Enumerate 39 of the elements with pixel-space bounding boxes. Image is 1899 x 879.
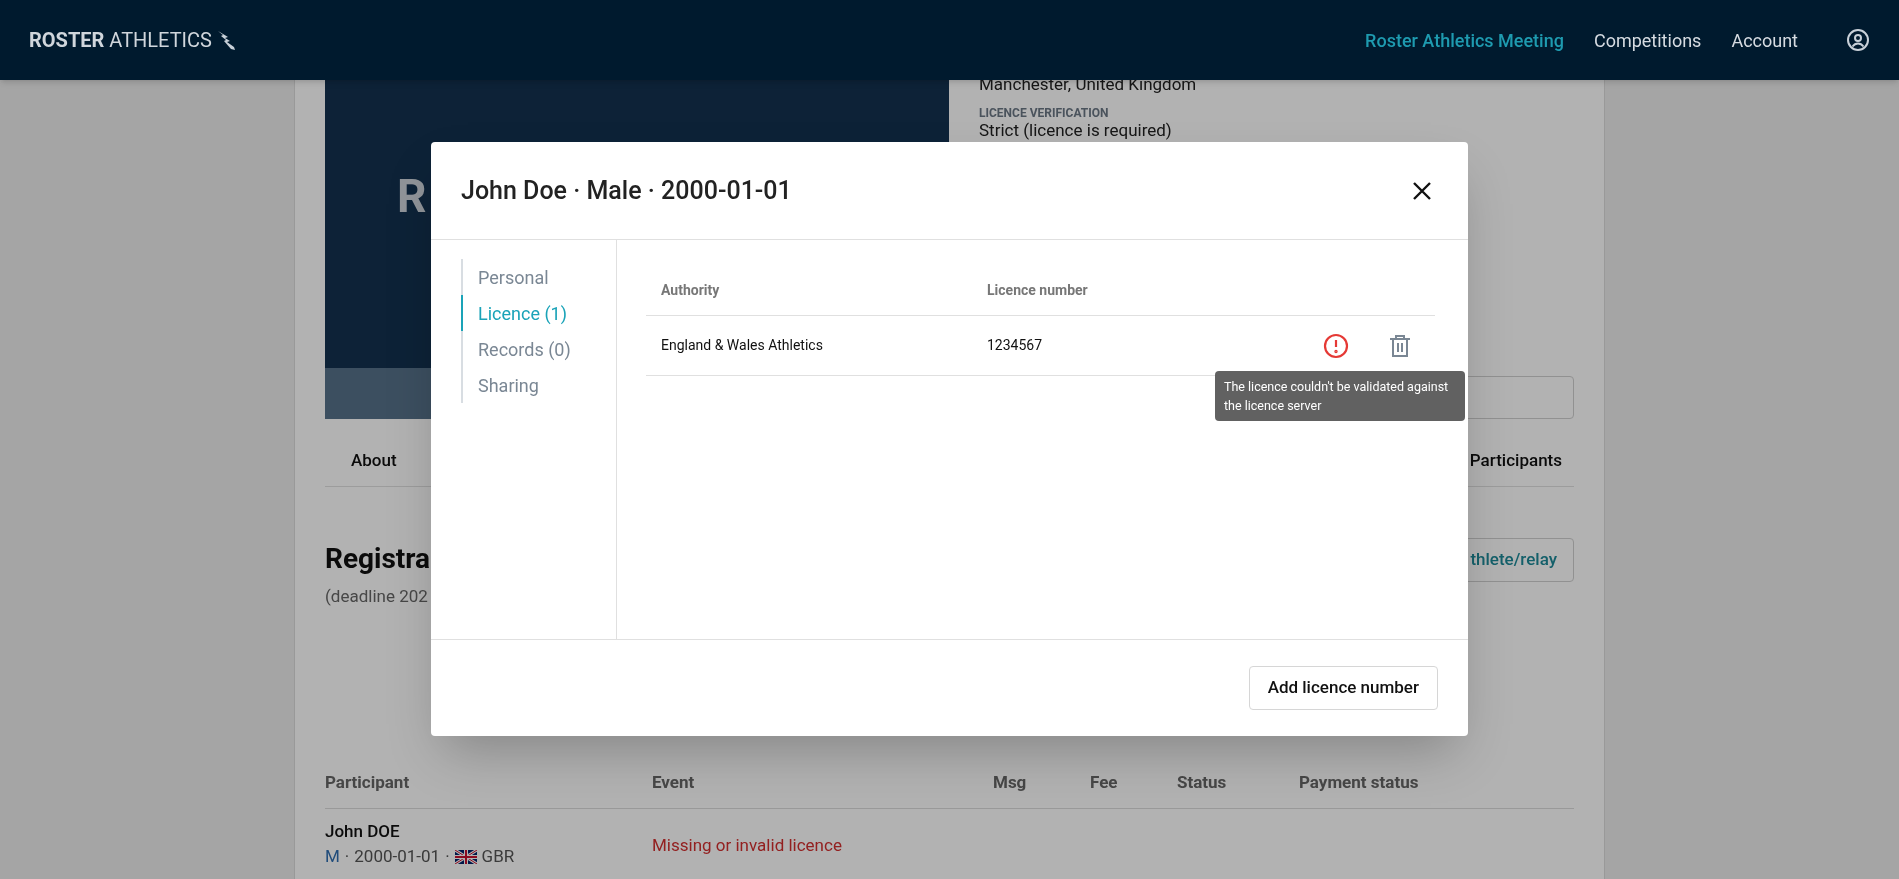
- column-header: Participant: [325, 771, 411, 795]
- birthdate-text: 2000-01-01: [354, 845, 441, 868]
- column-header: Licence number: [987, 281, 1088, 300]
- trash-icon[interactable]: [1389, 333, 1411, 358]
- nav-link[interactable]: Roster Athletics Meeting: [1365, 26, 1564, 54]
- add-licence-button[interactable]: Add licence number: [1248, 666, 1438, 710]
- section-title: Registra: [325, 541, 431, 577]
- column-header: Fee: [1090, 771, 1119, 795]
- nav-link[interactable]: Account: [1731, 26, 1798, 54]
- field-label: LICENCE VERIFICATION: [979, 105, 1110, 120]
- user-icon[interactable]: [1846, 28, 1870, 52]
- country-code: GBR: [481, 845, 515, 868]
- deadline-text: (deadline 202: [325, 585, 429, 608]
- field-value: Strict (licence is required): [979, 119, 1173, 140]
- column-header: Payment status: [1299, 771, 1420, 795]
- separator-text: ·: [344, 845, 350, 868]
- dialog-nav-item[interactable]: Records (0): [463, 331, 616, 367]
- brand-logo-text[interactable]: ROSTER ATHLETICS: [29, 25, 212, 55]
- authority-cell-text: England & Wales Athletics: [660, 336, 824, 355]
- licence-number-cell-text: 1234567: [987, 336, 1043, 355]
- flag-icon: [454, 849, 477, 864]
- hero-title: R: [397, 169, 427, 223]
- participant-name: John DOE: [325, 819, 401, 843]
- separator-text: ·: [445, 845, 450, 868]
- error-text: Missing or invalid licence: [652, 833, 842, 857]
- column-header: Event: [652, 771, 696, 795]
- nav-link[interactable]: Competitions: [1593, 26, 1702, 54]
- column-header: Authority: [660, 281, 721, 300]
- column-header: Msg: [993, 771, 1028, 795]
- column-header: Status: [1177, 771, 1228, 795]
- tooltip: The licence couldn't be validated against the licence server: [1215, 371, 1465, 421]
- dialog-nav-item[interactable]: Licence (1): [461, 295, 616, 331]
- dialog-title: John Doe · Male · 2000-01-01: [461, 174, 792, 207]
- alert-icon[interactable]: [1323, 332, 1349, 359]
- close-icon: [1412, 180, 1432, 201]
- dialog-nav-item[interactable]: Personal: [463, 259, 616, 295]
- gender-link[interactable]: M: [325, 844, 340, 870]
- dialog-nav-item[interactable]: Sharing: [463, 367, 616, 403]
- page-tab[interactable]: About: [325, 447, 423, 473]
